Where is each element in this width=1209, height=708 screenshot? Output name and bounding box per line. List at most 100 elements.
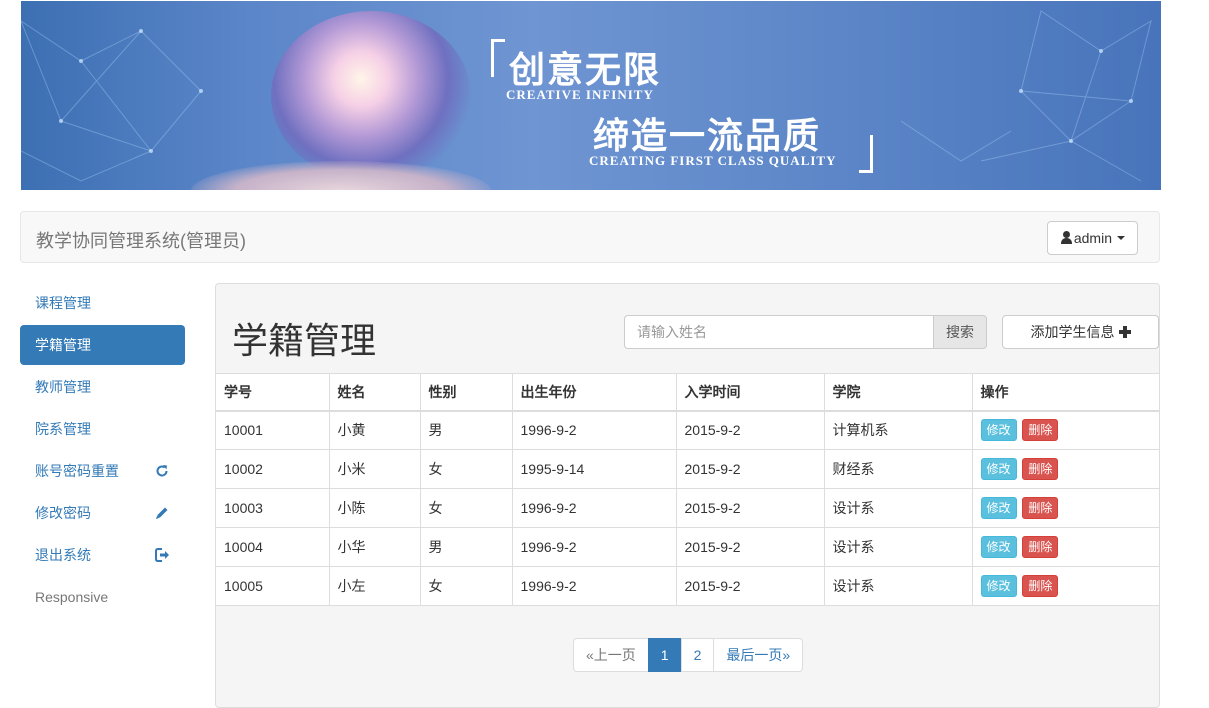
search-button[interactable]: 搜索 — [933, 315, 987, 349]
cell-actions: 修改 删除 — [972, 449, 1159, 489]
plus-icon — [1118, 326, 1131, 338]
pencil-icon — [154, 505, 170, 521]
delete-button[interactable]: 删除 — [1022, 575, 1059, 597]
header-college: 学院 — [824, 373, 973, 412]
sidebar-item-logout[interactable]: 退出系统 — [20, 535, 185, 575]
banner-title-en: CREATIVE INFINITY — [506, 87, 654, 102]
sidebar-item-label: 学籍管理 — [35, 337, 91, 353]
main-panel: 学籍管理 搜索 添加学生信息 学号 姓名 性别 出生年份 入学时间 学院 操作 — [215, 283, 1160, 708]
cell-birth-year: 1996-9-2 — [512, 566, 677, 606]
cell-actions: 修改 删除 — [972, 410, 1159, 450]
sidebar-item-department[interactable]: 院系管理 — [20, 409, 185, 449]
table-header-row: 学号 姓名 性别 出生年份 入学时间 学院 操作 — [216, 373, 1159, 412]
banner-subtitle: 缔造一流品质 — [593, 115, 822, 157]
delete-button[interactable]: 删除 — [1022, 419, 1059, 442]
globe-illustration — [271, 11, 471, 181]
caret-down-icon — [1117, 236, 1125, 240]
cell-gender: 女 — [420, 488, 513, 528]
last-page-button[interactable]: 最后一页» — [713, 638, 804, 672]
cell-birth-year: 1996-9-2 — [512, 410, 677, 450]
edit-button[interactable]: 修改 — [980, 419, 1017, 442]
table-row: 10003 小陈 女 1996-9-2 2015-9-2 设计系 修改 删除 — [216, 488, 1159, 528]
cell-birth-year: 1996-9-2 — [512, 488, 677, 528]
page-title: 学籍管理 — [232, 320, 377, 361]
user-menu-button[interactable]: admin — [1046, 221, 1138, 255]
pagination: «上一页 1 2 最后一页» — [573, 638, 804, 672]
bracket-right-decoration — [859, 135, 873, 173]
sidebar-item-teacher[interactable]: 教师管理 — [20, 367, 185, 407]
add-student-button[interactable]: 添加学生信息 — [1002, 315, 1159, 349]
header-birth-year: 出生年份 — [512, 373, 677, 412]
user-icon — [1060, 231, 1073, 245]
edit-button[interactable]: 修改 — [980, 497, 1017, 519]
sidebar-item-responsive: Responsive — [20, 577, 185, 617]
sidebar-item-label: 退出系统 — [35, 547, 91, 563]
cell-college: 设计系 — [824, 488, 973, 528]
table-row: 10001 小黄 男 1996-9-2 2015-9-2 计算机系 修改 删除 — [216, 410, 1159, 450]
header-actions: 操作 — [972, 373, 1159, 412]
cell-student-id: 10002 — [216, 449, 330, 489]
header-enroll-date: 入学时间 — [676, 373, 825, 412]
cell-gender: 女 — [420, 566, 513, 606]
table-row: 10002 小米 女 1995-9-14 2015-9-2 财经系 修改 删除 — [216, 449, 1159, 489]
cell-name: 小陈 — [329, 488, 421, 528]
cell-birth-year: 1996-9-2 — [512, 527, 677, 567]
search-input[interactable] — [624, 315, 933, 349]
delete-button[interactable]: 删除 — [1022, 497, 1059, 519]
user-name: admin — [1073, 230, 1112, 246]
bracket-left-decoration — [491, 39, 505, 77]
banner-subtitle-en: CREATING FIRST CLASS QUALITY — [589, 153, 837, 168]
cell-gender: 男 — [420, 527, 513, 567]
cell-name: 小华 — [329, 527, 421, 567]
add-student-label: 添加学生信息 — [1030, 324, 1115, 340]
table-row: 10004 小华 男 1996-9-2 2015-9-2 设计系 修改 删除 — [216, 527, 1159, 567]
cell-student-id: 10003 — [216, 488, 330, 528]
app-brand[interactable]: 教学协同管理系统(管理员) — [36, 227, 246, 253]
cell-enroll-date: 2015-9-2 — [676, 410, 825, 450]
student-table: 学号 姓名 性别 出生年份 入学时间 学院 操作 10001 小黄 男 1996… — [216, 373, 1159, 606]
cell-college: 设计系 — [824, 566, 973, 606]
sidebar-item-label: 账号密码重置 — [35, 463, 119, 479]
header-gender: 性别 — [420, 373, 513, 412]
edit-button[interactable]: 修改 — [980, 458, 1017, 480]
sidebar-item-label: 院系管理 — [35, 421, 91, 437]
cell-name: 小米 — [329, 449, 421, 489]
delete-button[interactable]: 删除 — [1022, 458, 1059, 480]
search-group: 搜索 — [624, 315, 987, 349]
cell-student-id: 10005 — [216, 566, 330, 606]
header-banner: 创意无限 CREATIVE INFINITY 缔造一流品质 CREATING F… — [21, 1, 1161, 190]
sidebar-item-student-records[interactable]: 学籍管理 — [20, 325, 185, 365]
sidebar-item-label: 课程管理 — [35, 295, 91, 311]
sidebar-item-change-password[interactable]: 修改密码 — [20, 493, 185, 533]
cell-student-id: 10004 — [216, 527, 330, 567]
logout-icon — [154, 547, 170, 563]
page-2-button[interactable]: 2 — [680, 638, 715, 672]
top-navbar: 教学协同管理系统(管理员) admin — [20, 211, 1160, 263]
cell-college: 财经系 — [824, 449, 973, 489]
header-name: 姓名 — [329, 373, 421, 412]
header-student-id: 学号 — [216, 373, 330, 412]
delete-button[interactable]: 删除 — [1022, 536, 1059, 558]
cell-name: 小黄 — [329, 410, 421, 450]
sidebar-item-course[interactable]: 课程管理 — [20, 283, 185, 323]
sidebar-item-label: Responsive — [35, 589, 109, 605]
sidebar-item-label: 修改密码 — [35, 505, 91, 521]
page-1-button[interactable]: 1 — [647, 638, 682, 672]
sidebar-item-reset-password[interactable]: 账号密码重置 — [20, 451, 185, 491]
cell-enroll-date: 2015-9-2 — [676, 488, 825, 528]
cell-student-id: 10001 — [216, 410, 330, 450]
banner-title: 创意无限 — [509, 49, 662, 91]
prev-page-button[interactable]: «上一页 — [573, 638, 649, 672]
cell-gender: 男 — [420, 410, 513, 450]
cell-enroll-date: 2015-9-2 — [676, 527, 825, 567]
cell-enroll-date: 2015-9-2 — [676, 449, 825, 489]
edit-button[interactable]: 修改 — [980, 575, 1017, 597]
cell-actions: 修改 删除 — [972, 527, 1159, 567]
sidebar-item-label: 教师管理 — [35, 379, 91, 395]
cell-actions: 修改 删除 — [972, 488, 1159, 528]
refresh-icon — [154, 463, 170, 479]
cell-college: 设计系 — [824, 527, 973, 567]
sidebar-nav: 课程管理 学籍管理 教师管理 院系管理 账号密码重置 修改密码 退出系统 Res… — [20, 283, 185, 619]
cell-gender: 女 — [420, 449, 513, 489]
edit-button[interactable]: 修改 — [980, 536, 1017, 558]
